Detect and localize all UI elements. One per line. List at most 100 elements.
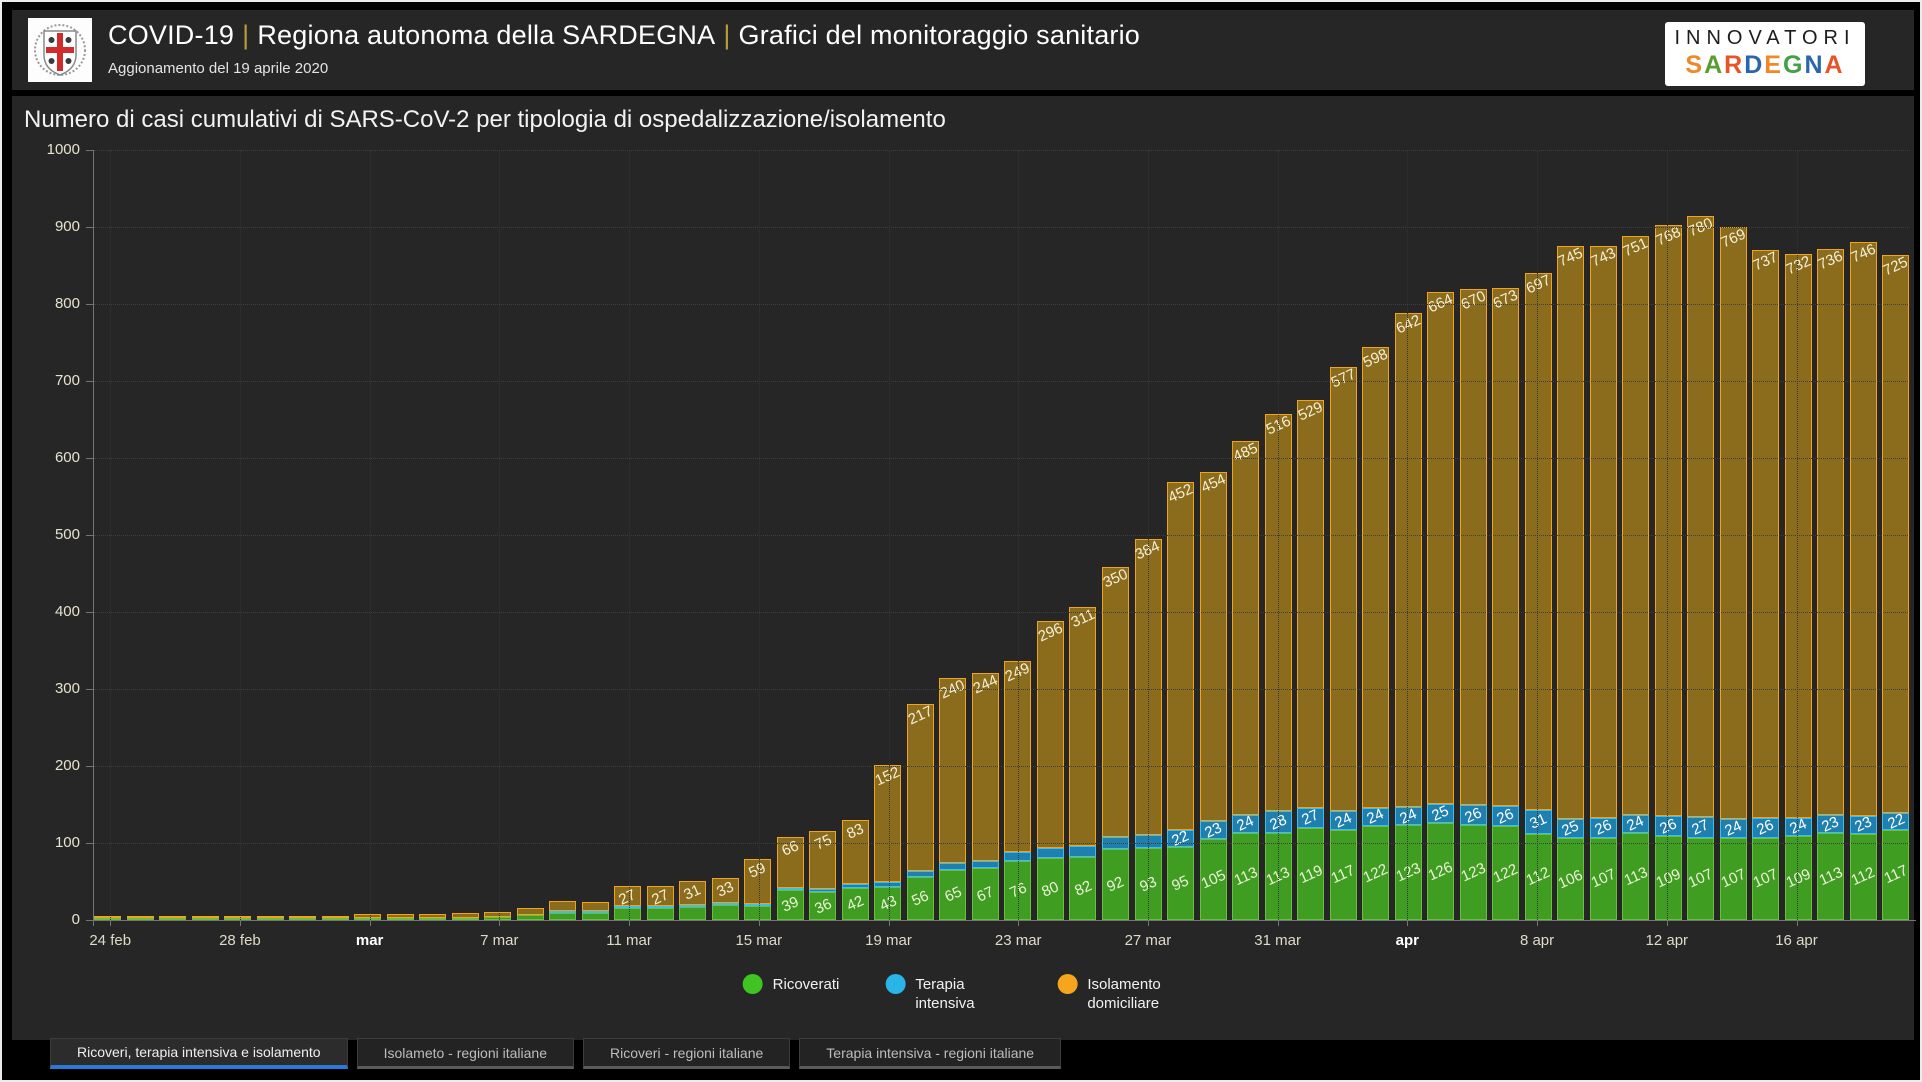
bar-segment-ricoverati[interactable]: 112 [1850, 834, 1877, 920]
bar-segment-isolamento[interactable]: 350 [1102, 567, 1129, 837]
bar-15-apr[interactable]: 73726107 [1752, 250, 1779, 920]
bar-2-apr[interactable]: 57724117 [1330, 367, 1357, 920]
bar-6-apr[interactable]: 67026123 [1460, 289, 1487, 920]
bar-segment-isolamento[interactable]: 217 [907, 704, 934, 871]
bar-segment-isolamento[interactable]: 743 [1590, 246, 1617, 818]
bar-segment-isolamento[interactable]: 725 [1882, 255, 1909, 813]
bar-segment-terapia-intensiva[interactable]: 25 [1557, 819, 1584, 838]
bar-segment-ricoverati[interactable] [647, 908, 674, 920]
bar-segment-ricoverati[interactable] [127, 918, 154, 920]
bar-segment-ricoverati[interactable] [387, 918, 414, 920]
bar-6-mar[interactable] [452, 913, 479, 920]
bar-segment-isolamento[interactable]: 598 [1362, 347, 1389, 807]
bar-segment-ricoverati[interactable] [419, 918, 446, 920]
bar-segment-ricoverati[interactable]: 113 [1622, 833, 1649, 920]
bar-segment-terapia-intensiva[interactable]: 26 [1460, 805, 1487, 825]
bar-segment-isolamento[interactable] [549, 901, 576, 911]
bar-28-feb[interactable] [224, 916, 251, 920]
bar-segment-ricoverati[interactable]: 80 [1037, 858, 1064, 920]
bar-segment-terapia-intensiva[interactable]: 27 [1687, 817, 1714, 838]
bar-18-mar[interactable]: 8342 [842, 820, 869, 920]
bar-segment-isolamento[interactable]: 33 [712, 878, 739, 903]
bar-18-apr[interactable]: 74623112 [1850, 242, 1877, 920]
bar-segment-ricoverati[interactable]: 112 [1525, 834, 1552, 920]
bar-segment-ricoverati[interactable]: 109 [1785, 836, 1812, 920]
bar-segment-isolamento[interactable]: 746 [1850, 242, 1877, 816]
bar-segment-ricoverati[interactable]: 39 [777, 890, 804, 920]
bar-21-mar[interactable]: 24065 [939, 678, 966, 920]
bar-segment-isolamento[interactable]: 577 [1330, 367, 1357, 811]
bar-24-mar[interactable]: 29680 [1037, 621, 1064, 921]
bar-segment-ricoverati[interactable] [452, 918, 479, 920]
bar-16-apr[interactable]: 73224109 [1785, 254, 1812, 920]
bar-segment-ricoverati[interactable]: 109 [1655, 836, 1682, 920]
bar-2-mar[interactable] [322, 916, 349, 920]
bar-segment-isolamento[interactable]: 66 [777, 837, 804, 888]
bar-segment-isolamento[interactable]: 737 [1752, 250, 1779, 817]
bar-17-mar[interactable]: 7536 [809, 831, 836, 920]
bar-8-apr[interactable]: 69731112 [1525, 273, 1552, 920]
bar-3-apr[interactable]: 59824122 [1362, 347, 1389, 920]
bar-segment-terapia-intensiva[interactable]: 26 [1492, 806, 1519, 826]
bar-segment-ricoverati[interactable] [354, 918, 381, 920]
bar-segment-ricoverati[interactable]: 42 [842, 888, 869, 920]
bar-segment-isolamento[interactable]: 27 [614, 886, 641, 907]
bar-segment-isolamento[interactable]: 664 [1427, 292, 1454, 803]
bar-segment-isolamento[interactable]: 485 [1232, 441, 1259, 814]
bar-segment-ricoverati[interactable] [679, 907, 706, 920]
bar-29-feb[interactable] [257, 916, 284, 920]
bar-segment-isolamento[interactable]: 454 [1200, 472, 1227, 822]
bar-segment-ricoverati[interactable] [322, 918, 349, 920]
bar-13-apr[interactable]: 78027107 [1687, 216, 1714, 920]
bar-segment-terapia-intensiva[interactable]: 31 [1525, 810, 1552, 834]
bar-11-apr[interactable]: 75124113 [1622, 236, 1649, 920]
bar-segment-terapia-intensiva[interactable]: 22 [1167, 830, 1194, 847]
bar-segment-isolamento[interactable]: 697 [1525, 273, 1552, 810]
bar-segment-isolamento[interactable]: 768 [1655, 225, 1682, 816]
bar-segment-ricoverati[interactable]: 107 [1590, 838, 1617, 920]
bar-segment-isolamento[interactable]: 27 [647, 886, 674, 907]
bar-7-apr[interactable]: 67326122 [1492, 288, 1519, 920]
bar-1-mar[interactable] [289, 916, 316, 920]
bar-segment-isolamento[interactable]: 75 [809, 831, 836, 889]
bar-segment-ricoverati[interactable] [94, 918, 121, 920]
bar-segment-isolamento[interactable]: 31 [679, 881, 706, 905]
tab-terapia-intensiva-regioni-italiane[interactable]: Terapia intensiva - regioni italiane [799, 1038, 1061, 1069]
bar-segment-ricoverati[interactable] [484, 917, 511, 920]
bar-16-mar[interactable]: 6639 [777, 837, 804, 920]
bar-30-mar[interactable]: 48524113 [1232, 441, 1259, 920]
bar-segment-terapia-intensiva[interactable] [1069, 846, 1096, 857]
bar-segment-ricoverati[interactable] [289, 918, 316, 920]
bar-segment-ricoverati[interactable] [517, 915, 544, 920]
bar-9-apr[interactable]: 74525106 [1557, 246, 1584, 921]
bar-9-mar[interactable] [549, 901, 576, 920]
bar-segment-isolamento[interactable]: 83 [842, 820, 869, 884]
bar-26-feb[interactable] [159, 916, 186, 920]
bar-segment-ricoverati[interactable] [582, 913, 609, 920]
bar-4-mar[interactable] [387, 914, 414, 920]
bar-segment-ricoverati[interactable]: 122 [1492, 826, 1519, 920]
bar-5-apr[interactable]: 66425126 [1427, 292, 1454, 920]
bar-segment-ricoverati[interactable]: 92 [1102, 849, 1129, 920]
bar-segment-isolamento[interactable] [517, 908, 544, 915]
bar-segment-isolamento[interactable]: 296 [1037, 621, 1064, 849]
bar-19-apr[interactable]: 72522117 [1882, 255, 1909, 920]
bar-segment-terapia-intensiva[interactable]: 24 [1362, 808, 1389, 826]
bar-segment-ricoverati[interactable]: 65 [939, 870, 966, 920]
bar-segment-terapia-intensiva[interactable]: 26 [1590, 818, 1617, 838]
bar-7-mar[interactable] [484, 912, 511, 920]
bar-segment-terapia-intensiva[interactable] [972, 861, 999, 869]
bar-segment-terapia-intensiva[interactable]: 23 [1817, 815, 1844, 833]
bar-segment-terapia-intensiva[interactable]: 23 [1850, 816, 1877, 834]
bar-segment-ricoverati[interactable]: 36 [809, 892, 836, 920]
bar-10-mar[interactable] [582, 902, 609, 920]
bar-29-mar[interactable]: 45423105 [1200, 472, 1227, 920]
bar-segment-ricoverati[interactable]: 113 [1232, 833, 1259, 920]
bar-segment-ricoverati[interactable]: 67 [972, 868, 999, 920]
bar-segment-ricoverati[interactable] [712, 905, 739, 920]
bar-3-mar[interactable] [354, 914, 381, 920]
bar-28-mar[interactable]: 4522295 [1167, 482, 1194, 920]
bar-13-mar[interactable]: 31 [679, 881, 706, 920]
bar-segment-terapia-intensiva[interactable]: 24 [1622, 815, 1649, 833]
bar-segment-isolamento[interactable]: 311 [1069, 607, 1096, 846]
